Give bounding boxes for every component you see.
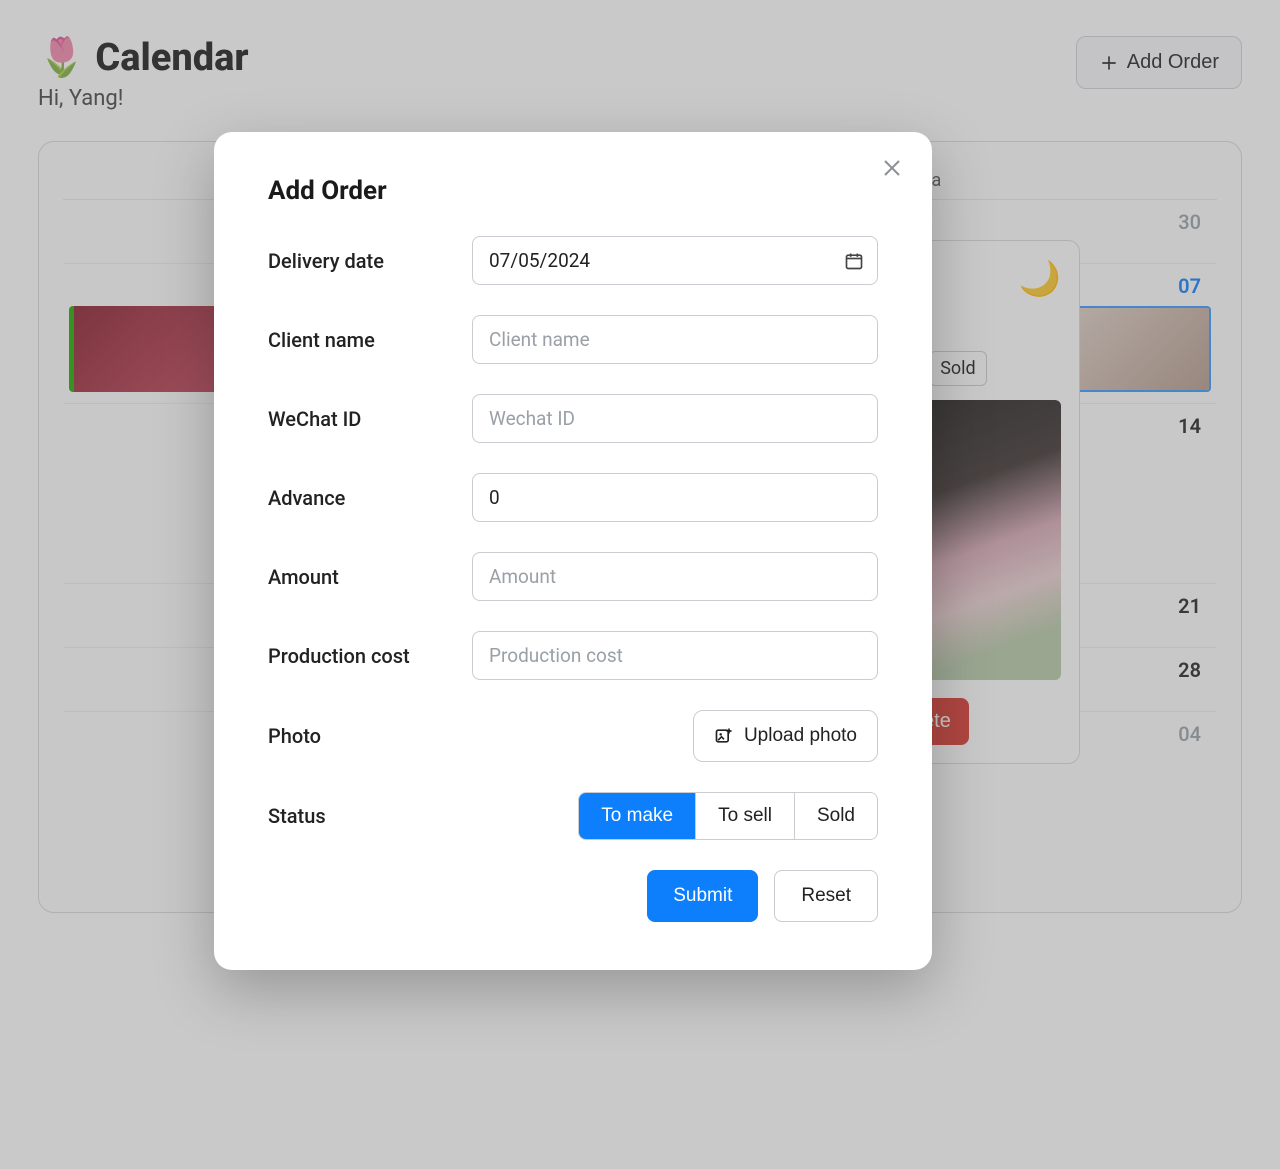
photo-label: Photo: [268, 724, 448, 748]
form-row-production-cost: Production cost: [268, 631, 878, 680]
modal-close-button[interactable]: [880, 156, 904, 183]
modal-title: Add Order: [268, 176, 878, 206]
production-cost-input[interactable]: [472, 631, 878, 680]
form-row-advance: Advance: [268, 473, 878, 522]
status-sold-button[interactable]: Sold: [795, 793, 877, 839]
wechat-id-input[interactable]: [472, 394, 878, 443]
form-row-photo: Photo Upload photo: [268, 710, 878, 762]
form-row-delivery-date: Delivery date: [268, 236, 878, 285]
upload-photo-label: Upload photo: [744, 725, 857, 747]
client-name-input[interactable]: [472, 315, 878, 364]
add-order-modal: Add Order Delivery date Client name WeCh…: [214, 132, 932, 970]
form-row-wechat-id: WeChat ID: [268, 394, 878, 443]
wechat-id-label: WeChat ID: [268, 407, 448, 431]
status-toggle-group: To make To sell Sold: [578, 792, 878, 840]
close-icon: [880, 156, 904, 180]
form-row-status: Status To make To sell Sold: [268, 792, 878, 840]
advance-input[interactable]: [472, 473, 878, 522]
amount-input[interactable]: [472, 552, 878, 601]
modal-actions: Submit Reset: [268, 870, 878, 922]
status-label: Status: [268, 804, 448, 828]
form-row-amount: Amount: [268, 552, 878, 601]
client-name-label: Client name: [268, 328, 448, 352]
delivery-date-input[interactable]: [472, 236, 878, 285]
status-to-sell-button[interactable]: To sell: [696, 793, 795, 839]
delivery-date-label: Delivery date: [268, 249, 448, 273]
submit-button[interactable]: Submit: [647, 870, 758, 922]
amount-label: Amount: [268, 565, 448, 589]
production-cost-label: Production cost: [268, 644, 448, 668]
form-row-client-name: Client name: [268, 315, 878, 364]
upload-photo-button[interactable]: Upload photo: [693, 710, 878, 762]
reset-button[interactable]: Reset: [774, 870, 878, 922]
image-plus-icon: [714, 726, 734, 746]
advance-label: Advance: [268, 486, 448, 510]
status-to-make-button[interactable]: To make: [579, 793, 696, 839]
